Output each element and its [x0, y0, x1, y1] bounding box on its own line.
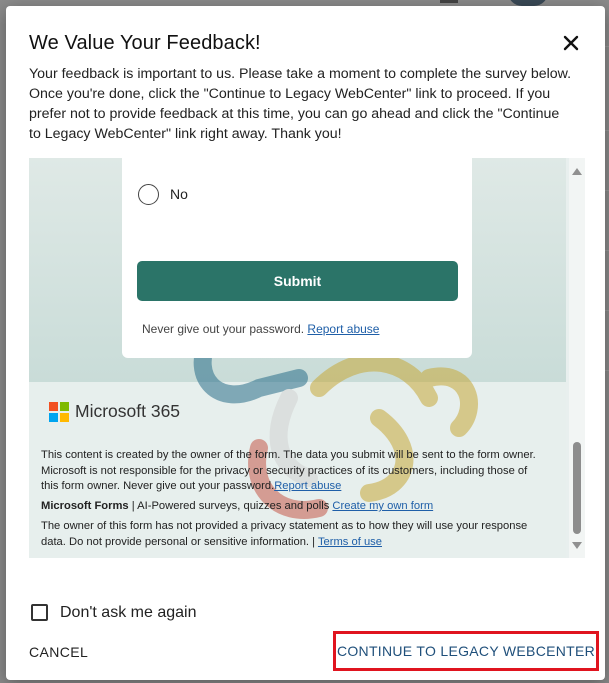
create-form-link[interactable]: Create my own form [332, 500, 433, 512]
form-card: No Submit Never give out your password. … [122, 158, 472, 358]
privacy-note: The owner of this form has not provided … [41, 519, 546, 550]
dialog-title: We Value Your Feedback! [29, 32, 261, 54]
disclaimer-report-link[interactable]: Report abuse [274, 480, 341, 492]
password-note-text: Never give out your password. [142, 322, 305, 336]
close-icon[interactable] [559, 31, 583, 55]
continue-legacy-webcenter-button[interactable]: CONTINUE TO LEGACY WEBCENTER [333, 631, 599, 671]
survey-content: No Submit Never give out your password. … [29, 158, 566, 558]
microsoft-logo-icon [49, 402, 69, 422]
radio-no[interactable] [138, 184, 159, 205]
cancel-button[interactable]: CANCEL [29, 644, 88, 660]
background-mark [440, 0, 458, 3]
brand-name: Microsoft 365 [75, 401, 181, 421]
dont-ask-label: Don't ask me again [60, 604, 197, 621]
forms-tagline: Microsoft Forms | AI-Powered surveys, qu… [41, 499, 546, 515]
scroll-down-icon[interactable] [572, 542, 582, 549]
privacy-text: The owner of this form has not provided … [41, 520, 528, 548]
report-abuse-link[interactable]: Report abuse [307, 322, 379, 336]
forms-tagline-text: | AI-Powered surveys, quizzes and polls [128, 500, 333, 512]
disclaimer: This content is created by the owner of … [41, 448, 546, 495]
scroll-up-icon[interactable] [572, 168, 582, 175]
scroll-thumb[interactable] [573, 442, 581, 534]
scrollbar[interactable] [569, 158, 585, 558]
forms-name: Microsoft Forms [41, 500, 129, 512]
feedback-dialog: We Value Your Feedback! Your feedback is… [6, 6, 605, 680]
submit-button[interactable]: Submit [137, 261, 458, 301]
password-note: Never give out your password. Report abu… [142, 322, 379, 336]
intro-text: Your feedback is important to us. Please… [29, 66, 572, 142]
dont-ask-checkbox[interactable] [31, 604, 48, 621]
survey-frame: No Submit Never give out your password. … [29, 158, 585, 558]
radio-no-label: No [170, 186, 188, 202]
terms-link[interactable]: Terms of use [318, 536, 382, 548]
